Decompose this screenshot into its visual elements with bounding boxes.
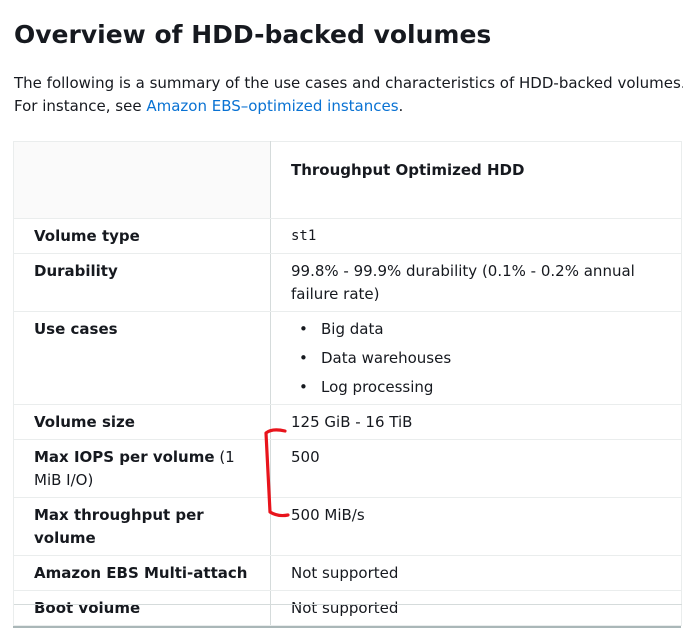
row-value-durability: 99.8% - 99.9% durability (0.1% - 0.2% an…	[270, 253, 682, 312]
list-item: Log processing	[299, 376, 661, 399]
row-value-use-cases: Big data Data warehouses Log processing	[270, 311, 682, 405]
row-label-volume-size: Volume size	[13, 404, 271, 440]
row-label-max-iops: Max IOPS per volume (1 MiB I/O)	[13, 439, 271, 498]
row-value-max-throughput: 500 MiB/s	[270, 497, 682, 556]
row-label-multi-attach: Amazon EBS Multi-attach	[13, 555, 271, 591]
table-row: Max IOPS per volume (1 MiB I/O) 500	[13, 439, 682, 498]
header-throughput-optimized: Throughput Optimized HDD	[270, 141, 682, 219]
hdd-volumes-table: Throughput Optimized HDD Volume type st1…	[13, 141, 682, 628]
use-cases-list: Big data Data warehouses Log processing	[291, 318, 661, 399]
row-label-durability: Durability	[13, 253, 271, 312]
table-row: Boot volume Not supported	[13, 590, 682, 626]
row-label-use-cases: Use cases	[13, 311, 271, 405]
intro-end: .	[398, 97, 404, 115]
row-label-max-throughput: Max throughput per volume	[13, 497, 271, 556]
list-item: Data warehouses	[299, 347, 661, 370]
row-value-max-iops: 500	[270, 439, 682, 498]
row-value-volume-type: st1	[270, 218, 682, 254]
list-item: Big data	[299, 318, 661, 341]
row-value-multi-attach: Not supported	[270, 555, 682, 591]
bottom-divider	[14, 604, 682, 605]
table-row: Max throughput per volume 500 MiB/s	[13, 497, 682, 556]
table-header-row: Throughput Optimized HDD	[13, 141, 682, 219]
ebs-optimized-link[interactable]: Amazon EBS–optimized instances	[146, 97, 398, 115]
table-row: Volume type st1	[13, 218, 682, 254]
row-value-boot-volume: Not supported	[270, 590, 682, 626]
max-iops-label: Max IOPS per volume	[34, 448, 215, 466]
table-row: Use cases Big data Data warehouses Log p…	[13, 311, 682, 405]
page-title: Overview of HDD-backed volumes	[14, 20, 492, 49]
row-label-boot-volume: Boot volume	[13, 590, 271, 626]
intro-paragraph: The following is a summary of the use ca…	[14, 72, 683, 118]
header-empty-cell	[13, 141, 271, 219]
row-label-volume-type: Volume type	[13, 218, 271, 254]
row-value-volume-size: 125 GiB - 16 TiB	[270, 404, 682, 440]
table-row: Volume size 125 GiB - 16 TiB	[13, 404, 682, 440]
table-row: Amazon EBS Multi-attach Not supported	[13, 555, 682, 591]
table-row: Durability 99.8% - 99.9% durability (0.1…	[13, 253, 682, 312]
